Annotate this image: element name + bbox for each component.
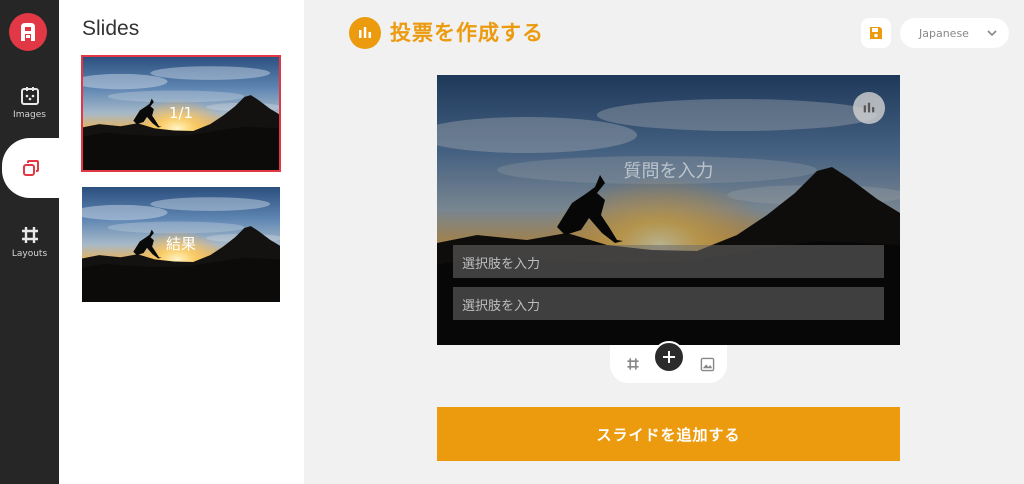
app-logo[interactable] bbox=[9, 13, 47, 51]
slide-canvas: 質問を入力 選択肢を入力 選択肢を入力 bbox=[437, 75, 900, 345]
language-select[interactable]: Japanese bbox=[900, 18, 1009, 48]
choice-input-1[interactable]: 選択肢を入力 bbox=[453, 245, 884, 278]
slides-panel-title: Slides bbox=[82, 17, 140, 40]
rail-item-layouts[interactable]: Layouts bbox=[0, 212, 59, 272]
chevron-down-icon bbox=[987, 30, 997, 37]
image-icon bbox=[700, 357, 714, 371]
layouts-icon bbox=[21, 227, 38, 243]
question-input[interactable]: 質問を入力 bbox=[437, 157, 900, 183]
save-icon bbox=[870, 27, 882, 39]
language-select-value: Japanese bbox=[919, 26, 969, 40]
slide-thumbnail-2[interactable]: 結果 bbox=[82, 187, 280, 302]
save-button[interactable] bbox=[861, 18, 891, 48]
layout-tool-button[interactable] bbox=[619, 350, 647, 378]
left-rail: Images Layouts bbox=[0, 0, 59, 484]
slides-icon bbox=[22, 160, 39, 176]
add-element-button[interactable] bbox=[653, 341, 685, 373]
rail-item-label: Images bbox=[13, 110, 46, 120]
add-slide-button[interactable]: スライドを追加する bbox=[437, 407, 900, 461]
slide-thumbnail-caption: 結果 bbox=[165, 235, 196, 253]
image-tool-button[interactable] bbox=[693, 350, 721, 378]
poll-icon bbox=[349, 17, 381, 49]
page-title: 投票を作成する bbox=[390, 21, 544, 45]
slide-thumbnail-caption: 1/1 bbox=[168, 104, 194, 122]
slides-panel: Slides 1/1 結果 bbox=[59, 0, 304, 484]
plus-icon bbox=[663, 351, 675, 363]
images-icon bbox=[20, 87, 39, 105]
poll-icon bbox=[863, 102, 875, 113]
poll-type-badge[interactable] bbox=[853, 92, 885, 124]
logo-icon bbox=[21, 23, 35, 41]
rail-item-slides[interactable] bbox=[2, 138, 59, 198]
rail-item-label: Layouts bbox=[11, 249, 48, 259]
slide-thumbnail-1[interactable]: 1/1 bbox=[81, 55, 281, 172]
choice-input-2[interactable]: 選択肢を入力 bbox=[453, 287, 884, 320]
rail-item-images[interactable]: Images bbox=[0, 73, 59, 133]
layouts-icon bbox=[627, 358, 639, 370]
